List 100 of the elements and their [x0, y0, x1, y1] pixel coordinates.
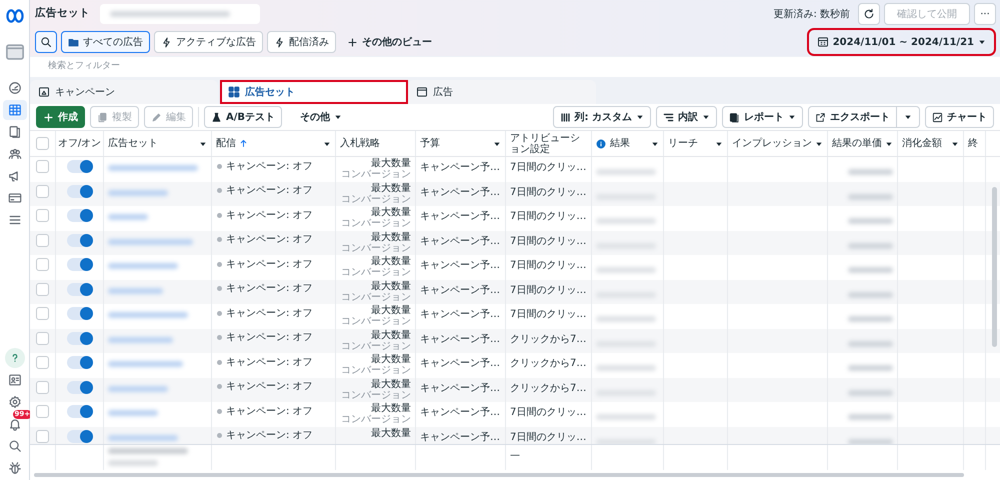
- tab[interactable]: キャンペーン: [30, 80, 218, 104]
- redacted-text: [108, 434, 178, 440]
- checkbox[interactable]: [36, 332, 49, 344]
- checkbox[interactable]: [36, 307, 49, 320]
- checkbox[interactable]: [36, 209, 49, 222]
- toggle-switch[interactable]: [66, 282, 92, 296]
- view-button[interactable]: すべての広告: [61, 31, 150, 53]
- sidebar-item[interactable]: [4, 348, 24, 368]
- bid-strategy: 最大数量: [371, 330, 411, 340]
- redacted-text: [848, 316, 893, 322]
- column-header[interactable]: アトリビューション設定: [510, 132, 587, 154]
- scrollbar[interactable]: [34, 473, 964, 477]
- more-button[interactable]: ···: [974, 3, 996, 25]
- view-button[interactable]: その他のビュー: [340, 31, 439, 53]
- status-dot: [217, 310, 222, 316]
- column-header[interactable]: 広告セット: [108, 136, 158, 151]
- dropdown-button[interactable]: 列: カスタム: [552, 106, 651, 128]
- column-header[interactable]: リーチ: [668, 136, 698, 151]
- view-button[interactable]: アクティブな広告: [154, 31, 263, 53]
- chart-icon: [932, 112, 943, 122]
- toggle-switch[interactable]: [66, 234, 92, 246]
- bid-type: コンバージョン: [341, 340, 411, 352]
- checkbox[interactable]: [36, 137, 49, 150]
- refresh-button[interactable]: [858, 3, 880, 25]
- delivery-status: キャンペーン: オフ: [226, 208, 313, 223]
- menu-icon: [8, 213, 22, 227]
- checkbox[interactable]: [36, 430, 49, 442]
- checkbox[interactable]: [36, 282, 49, 296]
- status-dot: [217, 188, 222, 194]
- checkbox[interactable]: [36, 405, 49, 418]
- toolbar-button[interactable]: A/Bテスト: [204, 106, 282, 128]
- table-cell: キャンペーン予…: [416, 182, 506, 206]
- toggle-switch[interactable]: [66, 307, 92, 320]
- checkbox[interactable]: [36, 380, 49, 394]
- toggle-switch[interactable]: [66, 405, 92, 418]
- toggle-switch[interactable]: [66, 356, 92, 369]
- caret-icon: [636, 113, 644, 121]
- column-header[interactable]: 結果: [610, 136, 630, 151]
- toggle-switch[interactable]: [66, 160, 92, 173]
- checkbox[interactable]: [36, 258, 49, 271]
- scrollbar[interactable]: [992, 187, 997, 347]
- toggle-switch[interactable]: [66, 430, 92, 442]
- tab[interactable]: 広告セット: [220, 80, 408, 104]
- lightning-icon: [161, 36, 172, 48]
- bid-type: コンバージョン: [341, 414, 411, 425]
- bid-type: コンバージョン: [341, 365, 411, 376]
- column-header[interactable]: 予算: [420, 136, 440, 151]
- status-dot: [217, 433, 222, 438]
- sidebar-item[interactable]: [2, 100, 26, 120]
- bid-strategy: 最大数量: [371, 256, 411, 267]
- toggle-switch[interactable]: [66, 258, 92, 271]
- checkbox[interactable]: [36, 234, 49, 246]
- redacted-text: [596, 169, 656, 175]
- dropdown-button[interactable]: レポート: [722, 106, 803, 128]
- table-cell-text: —: [510, 449, 520, 463]
- column-header[interactable]: オフ/オン: [58, 136, 102, 151]
- bid-type: コンバージョン: [341, 169, 411, 180]
- table-cell: 7日間のクリッ…: [506, 280, 592, 304]
- more-dropdown[interactable]: その他: [293, 106, 350, 128]
- toggle-switch[interactable]: [66, 332, 92, 344]
- delivery-status: キャンペーン: オフ: [226, 356, 313, 370]
- view-button[interactable]: 配信済み: [267, 31, 336, 53]
- toggle-switch[interactable]: [66, 380, 92, 394]
- date-range-button[interactable]: 2024/11/01 ~ 2024/11/21: [810, 31, 993, 53]
- bid-type: コンバージョン: [341, 218, 411, 229]
- column-header[interactable]: インプレッション: [732, 136, 812, 151]
- table-cell: クリックから7…: [506, 328, 592, 353]
- window-icon: [4, 42, 24, 62]
- search-button[interactable]: [35, 31, 57, 53]
- delivery-status: キャンペーン: オフ: [226, 331, 313, 346]
- delivery-status: キャンペーン: オフ: [226, 233, 313, 248]
- bid-strategy: 最大数量: [371, 354, 411, 365]
- column-header[interactable]: 配信: [216, 136, 236, 151]
- table-cell: キャンペーン予…: [416, 328, 506, 353]
- redacted-text: [848, 169, 893, 175]
- id-card-icon: [8, 373, 22, 387]
- status-dot: [217, 408, 222, 414]
- column-header[interactable]: 結果の単価: [832, 136, 882, 151]
- checkbox[interactable]: [36, 160, 49, 173]
- column-header[interactable]: 終: [968, 136, 978, 151]
- name-field[interactable]: [100, 4, 260, 24]
- column-header[interactable]: 消化金額: [902, 136, 942, 151]
- bid-type: コンバージョン: [341, 390, 411, 400]
- copy-icon: [97, 112, 108, 122]
- chart-button[interactable]: チャート: [925, 106, 994, 128]
- column-header[interactable]: 入札戦略: [340, 136, 380, 151]
- dropdown-button[interactable]: 内訳: [656, 106, 717, 128]
- create-button[interactable]: 作成: [36, 106, 85, 128]
- checkbox[interactable]: [36, 184, 49, 198]
- dropdown-button[interactable]: エクスポート: [808, 106, 897, 128]
- settings-icon: [8, 395, 22, 409]
- columns-icon: [560, 112, 571, 122]
- tab[interactable]: 広告: [408, 80, 596, 104]
- status-dot: [217, 335, 222, 340]
- bid-strategy: 最大数量: [371, 232, 411, 242]
- toggle-switch[interactable]: [66, 209, 92, 222]
- toggle-switch[interactable]: [66, 184, 92, 198]
- checkbox[interactable]: [36, 356, 49, 369]
- redacted-text: [848, 267, 893, 273]
- grid-icon: [228, 86, 240, 98]
